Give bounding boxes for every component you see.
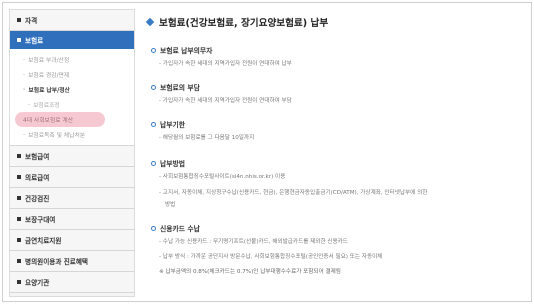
page-title-text: 보험료(건강보험료, 장기요양보험료) 납부 — [159, 18, 329, 29]
section-line: - 납부 방식 : 가까운 공단지사 방문수납, 사회보험통합징수포털(공인인증… — [159, 254, 383, 260]
section-line: - 해당월의 보험료를 그 다음달 10일까지 — [159, 135, 255, 141]
sidebar-item-label: 보험급여 — [25, 153, 50, 161]
sidebar-item-label: 보장구대여 — [25, 216, 56, 224]
square-bullet-icon — [17, 154, 21, 158]
section-title: 보험료의 부담 — [151, 82, 292, 92]
square-bullet-icon — [17, 175, 21, 179]
sidebar-item-smoking-cessation[interactable]: 금연치료지원 — [10, 230, 134, 251]
dash-icon: - — [23, 131, 26, 138]
circle-icon — [151, 47, 156, 53]
sidebar-item-health-checkup[interactable]: 건강검진 — [10, 188, 134, 209]
dash-icon: - — [23, 71, 26, 78]
sidebar-item-assistive-device-rental[interactable]: 보장구대여 — [10, 209, 134, 230]
sidebar-item-qualification[interactable]: 자격 — [10, 10, 134, 31]
circle-icon — [151, 84, 156, 90]
section-deadline: 납부기한 - 해당월의 보험료를 그 다음달 10일까지 — [151, 119, 254, 141]
submenu-item-social-insurance-calculator[interactable]: 4대 사회보험료 계산 — [10, 112, 134, 127]
square-bullet-icon — [17, 196, 21, 200]
sidebar-item-label: 건강검진 — [25, 195, 50, 203]
sidebar-item-label: 자격 — [25, 17, 38, 25]
submenu-item-label: 보험료독촉 및 체납처분 — [28, 133, 86, 139]
section-line: - 사회보험통합징수포털사이트(si4n.nhis.or.kr) 이용 — [159, 174, 286, 180]
sidebar-item-label: 요양기관 — [25, 279, 50, 287]
sidebar-item-medical-aid[interactable]: 의료급여 — [10, 167, 134, 188]
submenu-item-label: 보험료 경감/면제 — [28, 73, 70, 79]
sidebar-item-medical-institutions[interactable]: 요양기관 — [10, 272, 134, 293]
sidebar-submenu: - 보험료 부과/산정 - 보험료 경감/면제 - 보험료 납부/정산 - 보험… — [10, 49, 134, 146]
dash-icon: - — [23, 56, 26, 63]
section-payer: 보험료 납부의무자 - 가입자가 속한 세대의 지역가입자 전원이 연대하여 납… — [151, 45, 292, 67]
section-title-text: 납부기한 — [160, 121, 186, 129]
section-line: - 가입자가 속한 세대의 지역가입자 전원이 연대하여 부담 — [159, 98, 292, 104]
submenu-item-label: 보험료 부과/산정 — [28, 58, 70, 64]
section-title-text: 신용카드 수납 — [160, 225, 200, 233]
sidebar-item-label: 병의원이용과 진료혜택 — [25, 258, 88, 266]
section-title-text: 납부방법 — [160, 160, 186, 168]
section-line: 방법 — [165, 202, 176, 208]
section-credit-card: 신용카드 수납 - 수납 가능 신용카드 : 무기명기프트(선불)카드, 해외발… — [151, 223, 382, 275]
dash-icon: - — [23, 86, 26, 93]
submenu-item-premium-delinquency[interactable]: - 보험료독촉 및 체납처분 — [10, 127, 134, 142]
section-line: - 가입자가 속한 세대의 지역가입자 전원이 연대하여 납부 — [159, 61, 292, 67]
sidebar-item-insurance-premium[interactable]: 보험료 — [10, 31, 134, 49]
square-bullet-icon — [17, 38, 21, 42]
sidebar-item-insurance-benefits[interactable]: 보험급여 — [10, 146, 134, 167]
section-line: - 고지서, 자동이체, 지상청구수납(신용카드, 현금), 은행현금자동입출금… — [159, 190, 428, 196]
section-payment-method: 납부방법 - 사회보험통합징수포털사이트(si4n.nhis.or.kr) 이용… — [151, 158, 427, 208]
diamond-icon — [145, 17, 155, 27]
submenu-item-premium-payment[interactable]: - 보험료 납부/정산 — [10, 82, 134, 97]
main-content: 보험료(건강보험료, 장기요양보험료) 납부 보험료 납부의무자 - 가입자가 … — [145, 15, 525, 299]
sidebar: 자격 보험료 - 보험료 부과/산정 - 보험료 경감/면제 - 보험료 납부/… — [9, 9, 135, 297]
page-frame: 자격 보험료 - 보험료 부과/산정 - 보험료 경감/면제 - 보험료 납부/… — [2, 2, 532, 302]
page-title: 보험료(건강보험료, 장기요양보험료) 납부 — [145, 15, 525, 29]
circle-icon — [151, 225, 156, 231]
section-title: 납부방법 — [151, 158, 427, 168]
square-bullet-icon — [17, 259, 21, 263]
square-bullet-icon — [17, 217, 21, 221]
sidebar-item-label: 금연치료지원 — [25, 237, 62, 245]
section-title: 납부기한 — [151, 119, 254, 129]
section-title: 보험료 납부의무자 — [151, 45, 292, 55]
submenu-item-premium-assessment[interactable]: - 보험료 부과/산정 — [10, 52, 134, 67]
dash-icon: - — [28, 101, 31, 108]
sidebar-item-hospital-benefits[interactable]: 병의원이용과 진료혜택 — [10, 251, 134, 272]
submenu-item-label: 보험료조정 — [33, 103, 60, 109]
section-title: 신용카드 수납 — [151, 223, 382, 233]
square-bullet-icon — [17, 238, 21, 242]
section-burden: 보험료의 부담 - 가입자가 속한 세대의 지역가입자 전원이 연대하여 부담 — [151, 82, 292, 104]
submenu-item-premium-reduction[interactable]: - 보험료 경감/면제 — [10, 67, 134, 82]
section-title-text: 보험료 납부의무자 — [160, 47, 213, 55]
square-bullet-icon — [17, 18, 21, 22]
section-title-text: 보험료의 부담 — [160, 84, 200, 92]
circle-icon — [151, 160, 156, 166]
submenu-item-premium-adjustment[interactable]: - 보험료조정 — [10, 97, 134, 112]
circle-icon — [151, 121, 156, 127]
sidebar-item-label: 의료급여 — [25, 174, 50, 182]
submenu-item-label: 4대 사회보험료 계산 — [23, 118, 74, 124]
section-note: ※ 납부금액의 0.8%(체크카드는 0.7%)인 납부대행수수료가 포함되어 … — [159, 269, 341, 275]
square-bullet-icon — [17, 280, 21, 284]
sidebar-item-label: 보험료 — [25, 37, 44, 45]
submenu-item-label: 보험료 납부/정산 — [28, 88, 70, 94]
section-line: - 수납 가능 신용카드 : 무기명기프트(선불)카드, 해외발급카드를 제외한… — [159, 239, 348, 245]
